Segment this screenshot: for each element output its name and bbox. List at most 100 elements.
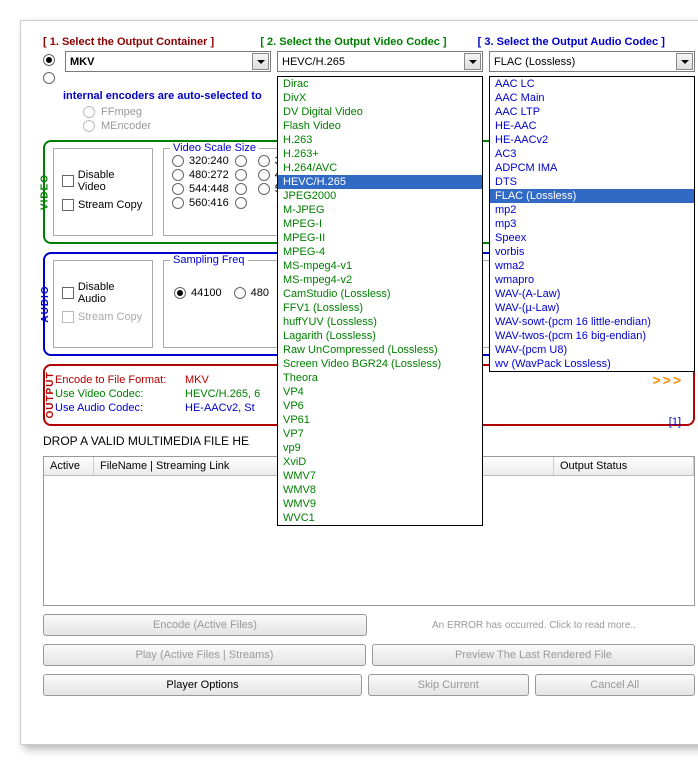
acodec-combo[interactable]: FLAC (Lossless) [489,51,695,72]
vcodec-option[interactable]: huffYUV (Lossless) [278,315,482,329]
acodec-option[interactable]: wmapro [490,273,694,287]
acodec-option[interactable]: DTS [490,175,694,189]
disable-audio-label: Disable Audio [78,281,144,305]
error-text[interactable]: An ERROR has occurred. Click to read mor… [373,614,695,636]
vcodec-option[interactable]: MS-mpeg4-v2 [278,273,482,287]
out-acodec-value: HE-AACv2, St [185,402,255,414]
vcodec-option[interactable]: VP6 [278,399,482,413]
th-status: Output Status [554,457,694,475]
acodec-option[interactable]: HE-AACv2 [490,133,694,147]
vcodec-option[interactable]: MS-mpeg4-v1 [278,259,482,273]
vcodec-option[interactable]: MPEG-I [278,217,482,231]
scale-radio-r[interactable] [235,169,247,181]
acodec-option[interactable]: HE-AAC [490,119,694,133]
vcodec-option[interactable]: H.263 [278,133,482,147]
mencoder-label: MEncoder [101,120,151,132]
vcodec-option[interactable]: Raw UnCompressed (Lossless) [278,343,482,357]
step-3-label: [ 3. Select the Output Audio Codec ] [478,36,695,48]
vcodec-option[interactable]: WMV7 [278,469,482,483]
vcodec-option[interactable]: DivX [278,91,482,105]
out-format-value: MKV [185,374,209,386]
container-combo[interactable]: MKV [65,51,271,72]
scale-radio[interactable] [258,183,270,195]
scale-radio[interactable] [258,155,270,167]
scale-radio-r[interactable] [235,155,247,167]
vcodec-option[interactable]: Lagarith (Lossless) [278,329,482,343]
video-group: Disable Video Stream Copy [53,148,153,236]
scale-radio[interactable] [258,169,270,181]
scale-radio[interactable] [172,183,184,195]
out-vcodec-label: Use Video Codec: [55,388,185,400]
vcodec-option[interactable]: JPEG2000 [278,189,482,203]
play-button[interactable]: Play (Active Files | Streams) [43,644,366,666]
stream-copy-video-checkbox[interactable] [62,199,74,211]
vcodec-option[interactable]: Screen Video BGR24 (Lossless) [278,357,482,371]
vcodec-option[interactable]: XviD [278,455,482,469]
scale-radio[interactable] [172,169,184,181]
acodec-dropdown[interactable]: AAC LCAAC MainAAC LTPHE-AACHE-AACv2AC3AD… [489,76,695,372]
vcodec-combo[interactable]: HEVC/H.265 [277,51,483,72]
disable-video-checkbox[interactable] [62,175,74,187]
container-radio-2[interactable] [43,72,55,84]
preview-button[interactable]: Preview The Last Rendered File [372,644,695,666]
scale-radio[interactable] [172,155,184,167]
acodec-option[interactable]: FLAC (Lossless) [490,189,694,203]
vcodec-option[interactable]: VP61 [278,413,482,427]
stream-copy-audio-checkbox [62,311,74,323]
scale-radio-r[interactable] [235,197,247,209]
container-radio-1[interactable] [43,54,55,66]
acodec-option[interactable]: AAC LC [490,77,694,91]
player-options-button[interactable]: Player Options [43,674,362,696]
vcodec-dropdown[interactable]: DiracDivXDV Digital VideoFlash VideoH.26… [277,76,483,526]
vcodec-option[interactable]: H.263+ [278,147,482,161]
scale-label: 544:448 [189,183,229,195]
vcodec-option[interactable]: WVC1 [278,511,482,525]
vcodec-option[interactable]: Theora [278,371,482,385]
cancel-button[interactable]: Cancel All [535,674,696,696]
scale-radio-r[interactable] [235,183,247,195]
acodec-option[interactable]: wma2 [490,259,694,273]
acodec-option[interactable]: AAC LTP [490,105,694,119]
vcodec-option[interactable]: HEVC/H.265 [278,175,482,189]
scale-radio[interactable] [172,197,184,209]
out-format-label: Encode to File Format: [55,374,185,386]
freq-radio[interactable] [234,287,246,299]
acodec-option[interactable]: WAV-(pcm U8) [490,343,694,357]
vcodec-option[interactable]: VP7 [278,427,482,441]
disable-audio-checkbox[interactable] [62,287,74,299]
vcodec-option[interactable]: CamStudio (Lossless) [278,287,482,301]
vcodec-option[interactable]: DV Digital Video [278,105,482,119]
vcodec-option[interactable]: H.264/AVC [278,161,482,175]
encode-button[interactable]: Encode (Active Files) [43,614,367,636]
vcodec-option[interactable]: FFV1 (Lossless) [278,301,482,315]
skip-button[interactable]: Skip Current [368,674,529,696]
acodec-option[interactable]: WAV-twos-(pcm 16 big-endian) [490,329,694,343]
acodec-option[interactable]: mp2 [490,203,694,217]
more-button[interactable]: >>> [652,372,683,388]
acodec-option[interactable]: mp3 [490,217,694,231]
vcodec-option[interactable]: VP4 [278,385,482,399]
vcodec-option[interactable]: Dirac [278,77,482,91]
freq-label: 44100 [191,287,222,299]
th-active: Active [44,457,94,475]
video-scale-legend: Video Scale Size [170,142,259,154]
vcodec-option[interactable]: M-JPEG [278,203,482,217]
vcodec-option[interactable]: WMV8 [278,483,482,497]
acodec-option[interactable]: AC3 [490,147,694,161]
freq-radio[interactable] [174,287,186,299]
vcodec-option[interactable]: MPEG-II [278,231,482,245]
vcodec-option[interactable]: vp9 [278,441,482,455]
vcodec-option[interactable]: WMV9 [278,497,482,511]
acodec-option[interactable]: ADPCM IMA [490,161,694,175]
vcodec-option[interactable]: Flash Video [278,119,482,133]
acodec-option[interactable]: WAV-(A-Law) [490,287,694,301]
vcodec-option[interactable]: MPEG-4 [278,245,482,259]
scale-label: 320:240 [189,155,229,167]
acodec-option[interactable]: wv (WavPack Lossless) [490,357,694,371]
acodec-option[interactable]: WAV-(µ-Law) [490,301,694,315]
vcodec-value: HEVC/H.265 [282,56,345,68]
acodec-option[interactable]: Speex [490,231,694,245]
acodec-option[interactable]: vorbis [490,245,694,259]
acodec-option[interactable]: AAC Main [490,91,694,105]
acodec-option[interactable]: WAV-sowt-(pcm 16 little-endian) [490,315,694,329]
